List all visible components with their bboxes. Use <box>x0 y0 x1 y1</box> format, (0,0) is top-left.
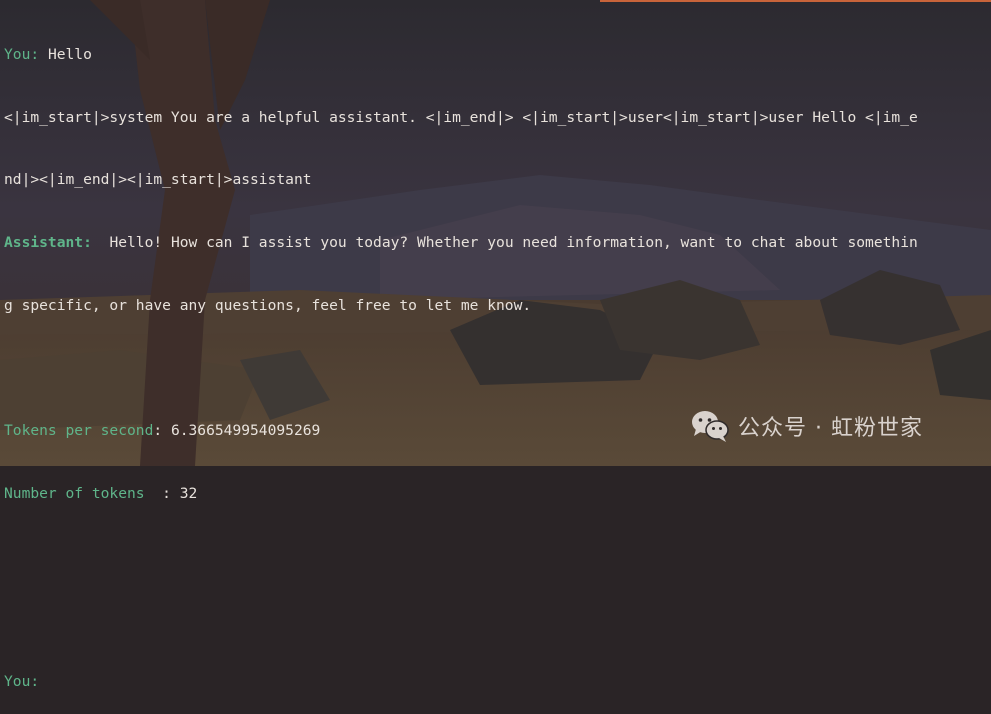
you-prompt: You: <box>4 672 40 690</box>
token-count-value: : 32 <box>162 484 198 502</box>
user-message-line: You: Hello <box>4 45 989 66</box>
watermark-text: 公众号 · 虹粉世家 <box>738 416 923 441</box>
token-count-line: Number of tokens : 32 <box>4 484 989 505</box>
user-message-text: Hello <box>47 45 92 63</box>
assistant-label: Assistant: <box>4 233 92 251</box>
you-prompt: You: <box>4 45 48 63</box>
system-prompt-line-2: nd|><|im_end|><|im_start|>assistant <box>4 171 312 189</box>
system-prompt-line-1: <|im_start|>system You are a helpful ass… <box>4 108 918 126</box>
assistant-reply-line-1: Assistant: Hello! How can I assist you t… <box>4 233 989 254</box>
wechat-icon <box>692 411 729 442</box>
assistant-reply-text: Hello! How can I assist you today? Wheth… <box>91 233 918 251</box>
window-accent-bar <box>600 0 991 2</box>
watermark: 公众号 · 虹粉世家 <box>690 408 923 444</box>
input-prompt-line[interactable]: You: <box>4 672 989 693</box>
tokens-per-second-label: Tokens per second <box>4 422 154 440</box>
terminal-output[interactable]: You: Hello <|im_start|>system You are a … <box>4 3 989 714</box>
assistant-reply-line-2: g specific, or have any questions, feel … <box>4 296 532 314</box>
tokens-per-second-value: : 6.366549954095269 <box>153 422 321 440</box>
token-count-label: Number of tokens <box>4 484 163 502</box>
